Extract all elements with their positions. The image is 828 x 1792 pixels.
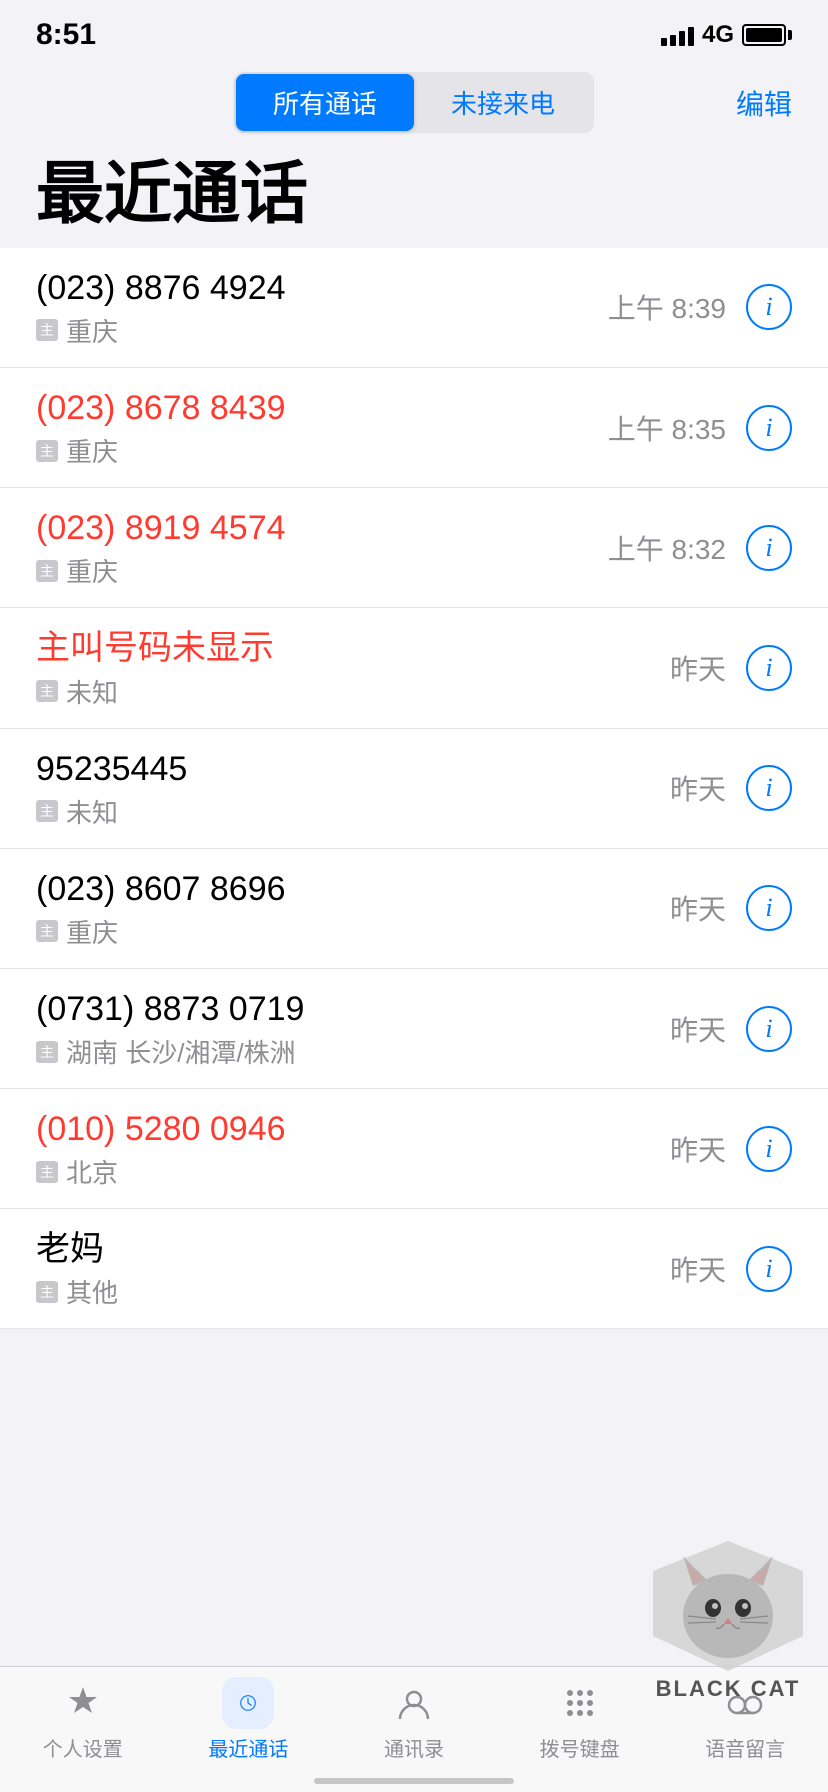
info-icon: i [765,1254,772,1284]
status-time: 8:51 [36,18,96,52]
call-list-item: (023) 8678 8439 主重庆 上午 8:35 i [0,368,828,488]
call-list-item: 95235445 主未知 昨天 i [0,729,828,849]
status-icons: 4G [661,21,792,49]
call-number: (010) 5280 0946 [36,1107,670,1151]
call-number: (023) 8678 8439 [36,386,608,430]
call-info-button[interactable]: i [746,1126,792,1172]
call-info-button[interactable]: i [746,405,792,451]
call-list-item: (023) 8607 8696 主重庆 昨天 i [0,849,828,969]
call-info-button[interactable]: i [746,284,792,330]
call-number: 主叫号码未显示 [36,626,670,670]
call-location-text: 重庆 [66,913,118,950]
location-type-icon: 主 [36,440,58,462]
call-time: 上午 8:35 [608,408,726,448]
keypad-tab-label: 拨号键盘 [540,1733,620,1762]
location-type-icon: 主 [36,920,58,942]
location-type-icon: 主 [36,1041,58,1063]
location-type-icon: 主 [36,1281,58,1303]
tab-favorites[interactable]: 个人设置 [0,1677,166,1762]
recents-tab-label: 最近通话 [208,1733,288,1762]
call-info-button[interactable]: i [746,1246,792,1292]
missed-calls-tab[interactable]: 未接来电 [414,74,592,131]
call-time: 昨天 [670,1009,726,1049]
edit-button[interactable]: 编辑 [736,83,792,123]
call-location-text: 重庆 [66,552,118,589]
tab-recents[interactable]: 最近通话 [166,1677,332,1762]
call-list-item: (023) 8919 4574 主重庆 上午 8:32 i [0,488,828,608]
call-info-button[interactable]: i [746,525,792,571]
keypad-tab-icon [554,1677,606,1729]
network-type: 4G [702,21,734,49]
call-time: 昨天 [670,648,726,688]
call-time: 昨天 [670,1249,726,1289]
location-type-icon: 主 [36,560,58,582]
call-info-button[interactable]: i [746,885,792,931]
watermark-text: BLACK CAT [656,1676,801,1702]
info-icon: i [765,1134,772,1164]
page-title: 最近通话 [36,157,792,232]
call-location-text: 湖南 长沙/湘潭/株洲 [66,1033,296,1070]
page-title-section: 最近通话 [0,149,828,248]
call-time: 昨天 [670,768,726,808]
battery-icon [742,24,792,46]
call-info-button[interactable]: i [746,645,792,691]
location-type-icon: 主 [36,680,58,702]
segmented-control: 所有通话 未接来电 [234,72,594,133]
call-number: (023) 8876 4924 [36,266,608,310]
voicemail-tab-label: 语音留言 [705,1733,785,1762]
call-time: 昨天 [670,1129,726,1169]
call-info-button[interactable]: i [746,1006,792,1052]
home-indicator [314,1778,514,1784]
call-location-text: 重庆 [66,312,118,349]
call-location-text: 重庆 [66,432,118,469]
call-number: (023) 8607 8696 [36,867,670,911]
call-location-text: 其他 [66,1273,118,1310]
contacts-tab-label: 通讯录 [384,1733,444,1762]
info-icon: i [765,1014,772,1044]
info-icon: i [765,773,772,803]
call-time: 上午 8:32 [608,528,726,568]
favorites-tab-label: 个人设置 [43,1733,123,1762]
watermark: BLACK CAT [628,1532,828,1702]
call-list-item: 主叫号码未显示主未知 昨天 i [0,608,828,728]
status-bar: 8:51 4G [0,0,828,62]
call-number: (0731) 8873 0719 [36,987,670,1031]
location-type-icon: 主 [36,800,58,822]
call-list: (023) 8876 4924主重庆上午 8:39i(023) 8678 843… [0,248,828,1330]
call-number: 95235445 [36,747,670,791]
call-location-text: 未知 [66,673,118,710]
info-icon: i [765,292,772,322]
call-time: 昨天 [670,888,726,928]
info-icon: i [765,533,772,563]
recents-tab-icon [222,1677,274,1729]
info-icon: i [765,893,772,923]
all-calls-tab[interactable]: 所有通话 [236,74,414,131]
call-time: 上午 8:39 [608,287,726,327]
contacts-tab-icon [388,1677,440,1729]
call-number: (023) 8919 4574 [36,506,608,550]
call-location-text: 北京 [66,1153,118,1190]
call-list-item: (023) 8876 4924 主重庆 上午 8:39 i [0,248,828,368]
segmented-bar: 所有通话 未接来电 编辑 [0,62,828,149]
info-icon: i [765,653,772,683]
location-type-icon: 主 [36,319,58,341]
location-type-icon: 主 [36,1161,58,1183]
favorites-tab-icon [57,1677,109,1729]
signal-icon [661,24,694,46]
call-list-item: (0731) 8873 0719 主湖南 长沙/湘潭/株洲 昨天 i [0,969,828,1089]
call-list-item: (010) 5280 0946 主北京 昨天 i [0,1089,828,1209]
call-info-button[interactable]: i [746,765,792,811]
call-list-item: 老妈主其他 昨天 i [0,1209,828,1329]
cat-logo-icon [648,1536,808,1676]
call-number: 老妈 [36,1227,670,1271]
info-icon: i [765,413,772,443]
tab-contacts[interactable]: 通讯录 [331,1677,497,1762]
call-location-text: 未知 [66,793,118,830]
